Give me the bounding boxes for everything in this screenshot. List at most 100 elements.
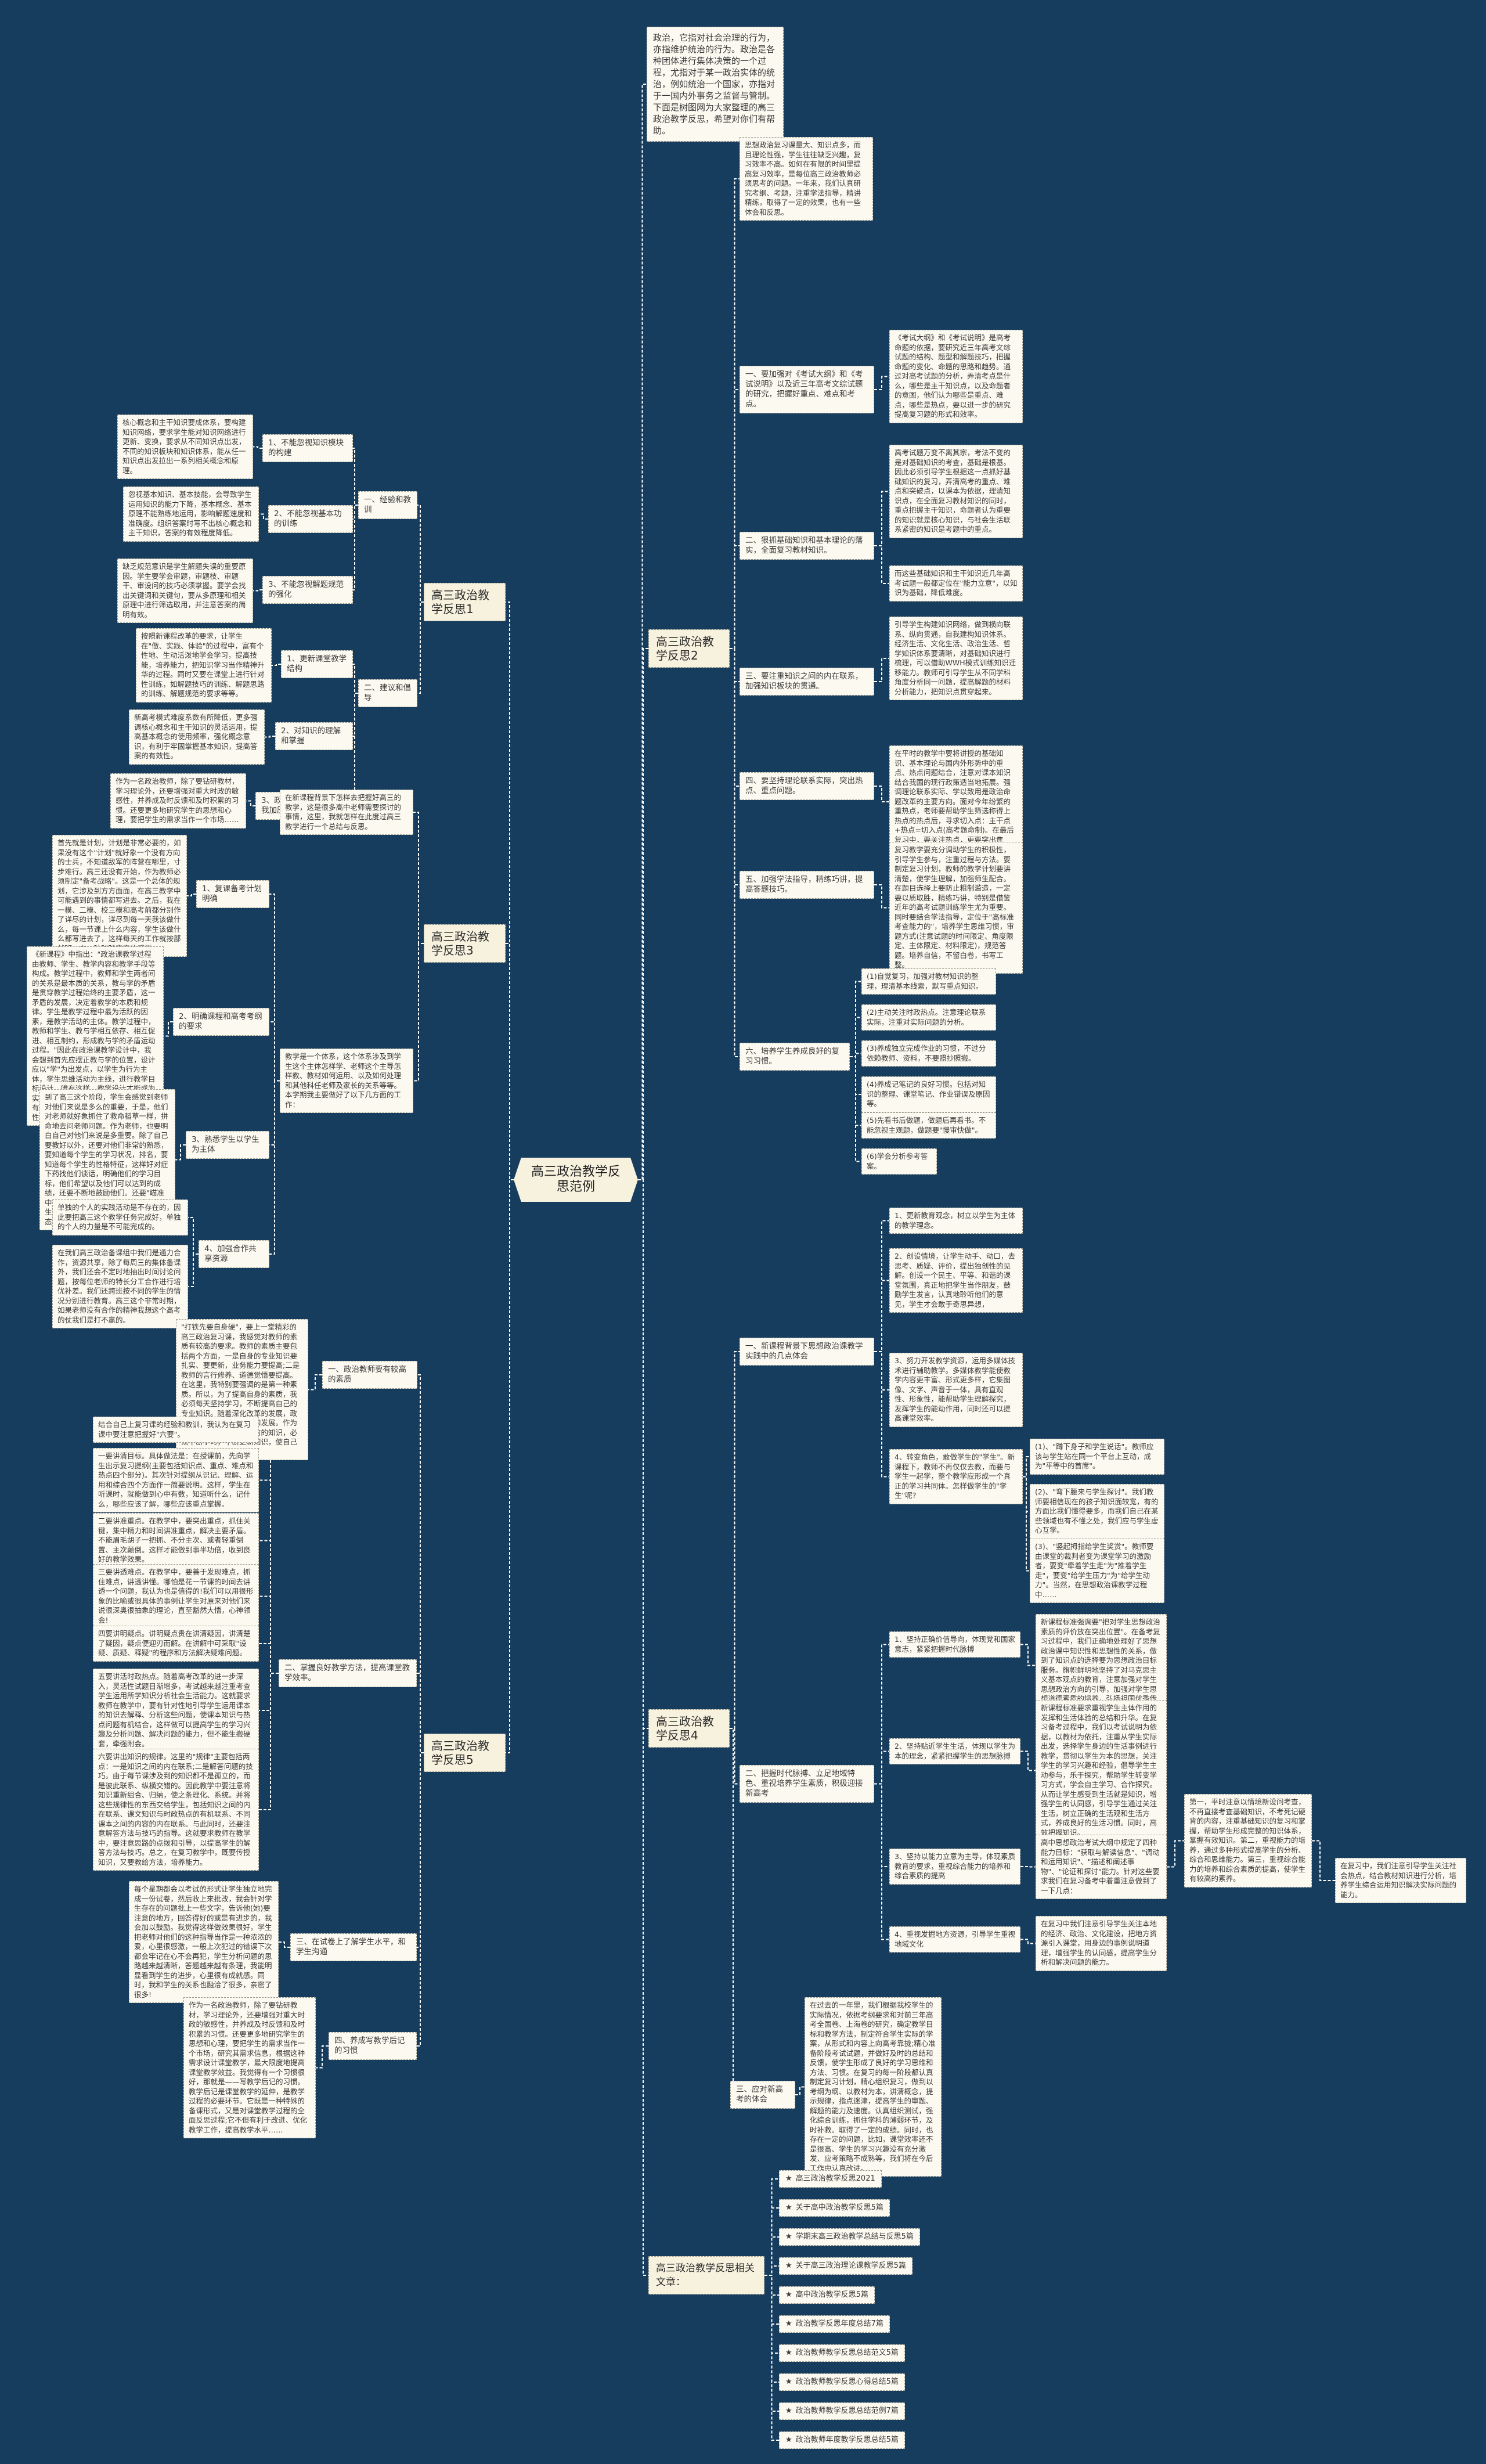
connector-line bbox=[874, 786, 889, 802]
star-icon: ★ bbox=[785, 2319, 792, 2328]
reflection-1-section-2[interactable]: 二、建议和倡导 bbox=[358, 679, 417, 707]
reflection-4-point: 2、创设情境，让学生动手、动口，去思考、质疑、评价，提出独创性的见解。创设一个民… bbox=[889, 1248, 1023, 1313]
related-article-link[interactable]: ★ 政治教学反思年度总结7篇 bbox=[779, 2315, 890, 2333]
connector-line bbox=[874, 1351, 889, 1478]
star-icon: ★ bbox=[785, 2290, 792, 2299]
reflection-4-point: 1、更新教育观念，树立以学生为主体的教学理念。 bbox=[889, 1208, 1023, 1234]
reflection-5-section-4-text: 作为一名政治教师，除了要钻研教材，学习理论外，还要增强对重大时政的敏感性，并养成… bbox=[183, 1997, 316, 2138]
root-topic[interactable]: 高三政治教学反思范例 bbox=[514, 1158, 638, 1202]
reflection-4-point-text: 高中思想政治考试大纲中规定了四种能力目标："获取与解读信息"、"调动和运用知识"… bbox=[1036, 1835, 1167, 1899]
connector-line bbox=[353, 693, 358, 737]
connector-line bbox=[259, 1673, 279, 1810]
reflection-5-section-4[interactable]: 四、养成写教学后记的习惯 bbox=[329, 2032, 417, 2060]
connector-line bbox=[269, 894, 280, 1082]
related-article-link[interactable]: ★ 关于高三政治理论课教学反思5篇 bbox=[779, 2257, 912, 2275]
branch-reflection-5[interactable]: 高三政治教学反思5 bbox=[424, 1734, 506, 1772]
link-text: 政治教师教学反思总结范文5篇 bbox=[795, 2348, 899, 2357]
reflection-2-section-6[interactable]: 六、培养学生养成良好的复习习惯。 bbox=[740, 1043, 850, 1071]
related-article-link[interactable]: ★ 高中政治教学反思5篇 bbox=[779, 2286, 875, 2304]
link-text: 关于高三政治理论课教学反思5篇 bbox=[795, 2261, 906, 2270]
reflection-4-point: 1、坚持正确价值导向，体现党和国家意志，紧紧把握时代脉搏 bbox=[889, 1631, 1020, 1658]
reflection-3-point[interactable]: 3、熟悉学生以学生为主体 bbox=[186, 1131, 269, 1159]
reflection-1-point[interactable]: 3、不能忽视解题规范的强化 bbox=[262, 576, 353, 604]
connector-line bbox=[730, 648, 740, 1057]
intro-note: 政治，它指对社会治理的行为，亦指维护统治的行为。政治是各种团体进行集体决策的一个… bbox=[647, 27, 784, 142]
reflection-1-point[interactable]: 2、对知识的理解和掌握 bbox=[275, 722, 353, 750]
habit-item: (6)学会分析参考答案。 bbox=[861, 1148, 937, 1175]
connector-line bbox=[353, 505, 358, 520]
connector-line bbox=[308, 1374, 322, 1390]
branch-reflection-1[interactable]: 高三政治教学反思1 bbox=[424, 583, 506, 621]
branch-reflection-2[interactable]: 高三政治教学反思2 bbox=[648, 629, 730, 668]
related-article-link[interactable]: ★ 政治教师教学反思总结范文5篇 bbox=[779, 2344, 905, 2362]
connector-line bbox=[1020, 1750, 1036, 1771]
reflection-1-point[interactable]: 2、不能忽视基本功的训练 bbox=[268, 505, 353, 533]
branch-reflection-4[interactable]: 高三政治教学反思4 bbox=[648, 1709, 730, 1748]
habit-item: (1)自觉复习，加强对教材知识的整理，理清基本线索，默写重点知识。 bbox=[861, 968, 996, 995]
connector-line bbox=[730, 648, 740, 787]
reflection-2-section-2[interactable]: 二、狠抓基础知识和基本理论的落实，全面复习教材知识。 bbox=[740, 532, 874, 560]
connector-line bbox=[730, 178, 740, 649]
related-article-link[interactable]: ★ 学期末高三政治教学总结与反思5篇 bbox=[779, 2228, 920, 2246]
connector-line bbox=[874, 658, 889, 682]
connector-line bbox=[1023, 1476, 1030, 1572]
connector-line bbox=[259, 1429, 279, 1674]
reflection-3-point[interactable]: 2、明确课程和高考考纲的要求 bbox=[173, 1008, 269, 1036]
reflection-1-section-1[interactable]: 一、经验和教训 bbox=[358, 491, 417, 519]
reflection-1-point-text: 忽视基本知识、基本技能，会导致学生运用知识的能力下降，基本概念、基本原理不能熟练… bbox=[123, 487, 259, 542]
habit-item: (4)养成记笔记的良好习惯。包括对知识的整理、课堂笔记、作业错误及原因等。 bbox=[861, 1076, 996, 1112]
connector-line bbox=[764, 2207, 779, 2276]
reflection-5-section-2[interactable]: 二、掌握良好教学方法，提高课堂教学效率。 bbox=[279, 1659, 417, 1687]
reflection-3-point[interactable]: 4、加强合作共享资源 bbox=[199, 1240, 269, 1268]
connector-line bbox=[764, 2275, 779, 2296]
connector-line bbox=[265, 736, 275, 738]
related-article-link[interactable]: ★ 高三政治教学反思2021 bbox=[779, 2170, 882, 2188]
habit-item: (5)先看书后做题，做题后再看书。不能忽视主观题，做题要"慢审快做"。 bbox=[861, 1112, 996, 1139]
reflection-1-point[interactable]: 1、更新课堂教学结构 bbox=[281, 650, 353, 678]
connector-line bbox=[506, 1179, 514, 1753]
reflection-2-section-3[interactable]: 三、要注重知识之间的内在联系，加强知识板块的贯通。 bbox=[740, 668, 874, 696]
connector-line bbox=[850, 1056, 861, 1095]
reflection-1-point-text: 新高考模式难度系数有所降低，更多强调核心概念和主干知识的灵活运用，提高基本概念的… bbox=[129, 709, 265, 765]
reflection-4-section-2[interactable]: 二、把握时代脉搏、立足地域特色、重视培养学生素质，积极迎接新高考 bbox=[740, 1765, 874, 1803]
reflection-1-point-text: 作为一名政治教师，除了要钻研教材，学习理论外，还要增强对重大时政的敏感性，并养成… bbox=[110, 773, 246, 828]
related-article-link[interactable]: ★ 政治教师教学反思心得总结5篇 bbox=[779, 2373, 905, 2391]
related-article-link[interactable]: ★ 关于高中政治教学反思5篇 bbox=[779, 2199, 890, 2217]
reflection-2-section-5[interactable]: 五、加强学法指导，精练巧讲，提高答题技巧。 bbox=[740, 871, 874, 899]
reflection-2-section-5-text: 复习教学要充分调动学生的积极性，引导学生参与，注重过程与方法。要制定复习计划，教… bbox=[889, 842, 1023, 974]
connector-line bbox=[1312, 1840, 1335, 1881]
connector-line bbox=[874, 1280, 889, 1352]
connector-line bbox=[259, 1673, 279, 1711]
reflection-4-point-detail: 第一，平时注意以情境新设问考查，不再直接考查基础知识，不考死记硬背的内容，注重基… bbox=[1184, 1794, 1312, 1887]
connector-line bbox=[506, 943, 514, 1180]
connector-line bbox=[850, 1056, 861, 1162]
star-icon: ★ bbox=[785, 2436, 792, 2444]
connector-line bbox=[259, 1479, 279, 1674]
related-article-link[interactable]: ★ 政治教师年度教学反思总结5篇 bbox=[779, 2431, 905, 2449]
branch-reflection-3[interactable]: 高三政治教学反思3 bbox=[424, 924, 506, 963]
reflection-3-point[interactable]: 1、复课备考计划明确 bbox=[196, 880, 269, 908]
reflection-5-section-3-text: 每个星期都会以考试的形式让学生独立地完成一份试卷，然后收上来批改，我会针对学生存… bbox=[129, 1881, 279, 2003]
connector-line bbox=[850, 1017, 861, 1057]
connector-line bbox=[413, 812, 424, 944]
reflection-2-section-4[interactable]: 四、要坚持理论联系实际，突出热点、重点问题。 bbox=[740, 772, 874, 800]
connector-line bbox=[279, 1941, 290, 1948]
connector-line bbox=[764, 2275, 779, 2325]
reflection-4-point: 4、重视发掘地方资源，引导学生重视地域文化 bbox=[889, 1926, 1020, 1953]
connector-line bbox=[259, 513, 268, 520]
connector-line bbox=[730, 545, 740, 649]
reflection-4-section-3[interactable]: 三、应对新高考的体会 bbox=[730, 2081, 795, 2109]
reflection-5-section-3[interactable]: 三、在试卷上了解学生水平，和学生沟通 bbox=[290, 1933, 417, 1961]
reflection-1-point[interactable]: 1、不能忽视知识模块的构建 bbox=[262, 434, 353, 462]
branch-related-articles[interactable]: 高三政治教学反思相关文章： bbox=[648, 2256, 764, 2294]
connector-line bbox=[175, 1144, 186, 1161]
teaching-method-item: 五要讲活时政热点。随着高考改革的进一步深入，灵活性试题日渐增多，考试越来越注重考… bbox=[93, 1669, 259, 1752]
related-article-link[interactable]: ★ 政治教师教学反思总结范例7篇 bbox=[779, 2402, 905, 2420]
connector-line bbox=[874, 1220, 889, 1352]
reflection-3-overview: 教学是一个体系，这个体系涉及到学生这个主体怎样学、老师这个主导怎样教、教材如何运… bbox=[280, 1049, 413, 1113]
connector-line bbox=[353, 505, 358, 590]
reflection-4-section-1[interactable]: 一、新课程背景下思想政治课教学实践中的几点体会 bbox=[740, 1338, 874, 1366]
star-icon: ★ bbox=[785, 2377, 792, 2386]
reflection-2-section-1[interactable]: 一、要加强对《考试大纲》和《考试说明》以及近三年高考文综试题的研究，把握好重点、… bbox=[740, 366, 874, 413]
reflection-5-section-1[interactable]: 一、政治教师要有较高的素质 bbox=[322, 1361, 417, 1389]
